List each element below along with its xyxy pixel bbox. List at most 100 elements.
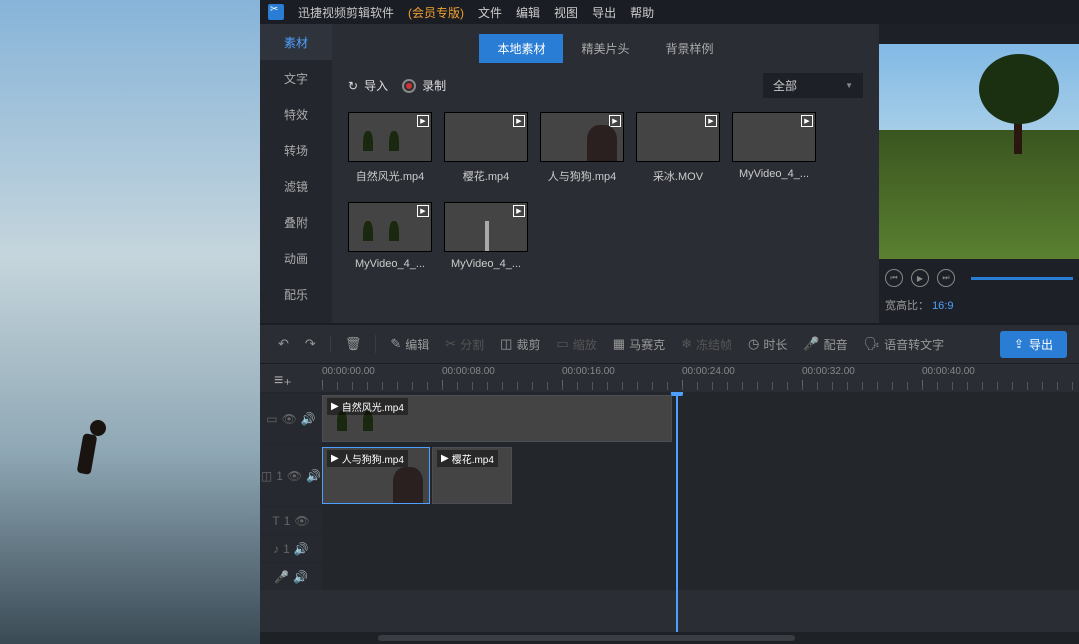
timeline-clip[interactable]: ▶自然风光.mp4 — [322, 395, 672, 442]
sidebar-item-overlays[interactable]: 叠附 — [260, 204, 332, 240]
undo-icon: ↶ — [278, 336, 289, 352]
next-frame-button[interactable]: ⏭ — [937, 269, 955, 287]
zoom-button[interactable]: ▭缩放 — [550, 332, 602, 357]
video-icon: ▶ — [331, 453, 339, 464]
menu-help[interactable]: 帮助 — [630, 4, 654, 21]
text-track: T 1 👁 — [260, 506, 1079, 534]
track-header[interactable]: 🎤 🔊 — [260, 563, 322, 590]
playback-slider[interactable] — [971, 277, 1073, 280]
speaker-icon[interactable]: 🔊 — [306, 469, 321, 483]
duration-button[interactable]: ◷时长 — [742, 332, 793, 357]
crop-button[interactable]: ◫裁剪 — [494, 332, 546, 357]
pip-track: ◫ 1 👁 🔊 ▶人与狗狗.mp4 ▶樱花.mp4 — [260, 444, 1079, 506]
play-overlay-icon: ▶ — [705, 115, 717, 127]
media-filename: 人与狗狗.mp4 — [540, 168, 624, 184]
prev-frame-button[interactable]: ⏮ — [885, 269, 903, 287]
freeze-button[interactable]: ❄冻结帧 — [675, 332, 738, 357]
track-body[interactable]: ▶人与狗狗.mp4 ▶樱花.mp4 — [322, 445, 1079, 506]
time-mark: 00:00:24.00 — [682, 366, 735, 377]
playhead[interactable] — [676, 392, 678, 632]
record-icon — [402, 79, 416, 93]
undo-button[interactable]: ↶ — [272, 332, 295, 356]
media-thumbnail: ▶ — [348, 112, 432, 162]
sidebar-item-effects[interactable]: 特效 — [260, 96, 332, 132]
media-item[interactable]: ▶ MyVideo_4_... — [732, 112, 816, 184]
play-overlay-icon: ▶ — [513, 205, 525, 217]
toolbar-separator — [330, 335, 331, 353]
track-body[interactable] — [322, 507, 1079, 534]
track-body[interactable] — [322, 535, 1079, 562]
filter-dropdown[interactable]: 全部 ▼ — [763, 73, 863, 98]
media-filename: MyVideo_4_... — [348, 258, 432, 270]
import-button[interactable]: ↻ 导入 — [348, 77, 388, 94]
menu-edit[interactable]: 编辑 — [516, 4, 540, 21]
microphone-icon: 🎤 — [803, 336, 819, 352]
eye-icon[interactable]: 👁 — [287, 469, 302, 483]
timeline-clip[interactable]: ▶人与狗狗.mp4 — [322, 447, 430, 504]
track-header[interactable]: ♪ 1 🔊 — [260, 535, 322, 562]
edit-clip-button[interactable]: ✎编辑 — [384, 332, 435, 357]
sidebar-item-media[interactable]: 素材 — [260, 24, 332, 60]
media-thumbnail: ▶ — [348, 202, 432, 252]
video-track-1: ▭ 👁 🔊 ▶自然风光.mp4 — [260, 392, 1079, 444]
track-body[interactable]: ▶自然风光.mp4 — [322, 393, 1079, 444]
eye-icon[interactable]: 👁 — [282, 412, 297, 426]
aspect-value[interactable]: 16:9 — [932, 300, 953, 312]
track-header[interactable]: ▭ 👁 🔊 — [260, 393, 322, 444]
ruler-marks: 00:00:00.00 00:00:08.00 00:00:16.00 00:0… — [322, 364, 1079, 392]
speaker-icon[interactable]: 🔊 — [301, 412, 316, 426]
play-button[interactable]: ▶ — [911, 269, 929, 287]
media-item[interactable]: ▶ 人与狗狗.mp4 — [540, 112, 624, 184]
export-button[interactable]: ⇪导出 — [1000, 331, 1067, 358]
menu-file[interactable]: 文件 — [478, 4, 502, 21]
text-track-icon: T — [272, 514, 279, 528]
media-item[interactable]: ▶ MyVideo_4_... — [348, 202, 432, 270]
dub-button[interactable]: 🎤配音 — [797, 332, 853, 357]
speaker-icon[interactable]: 🔊 — [294, 542, 309, 556]
media-item[interactable]: ▶ 采冰.MOV — [636, 112, 720, 184]
preview-viewport[interactable] — [879, 44, 1079, 259]
sidebar-item-text[interactable]: 文字 — [260, 60, 332, 96]
tab-local-media[interactable]: 本地素材 — [479, 34, 563, 63]
add-track-button[interactable]: ≡₊ — [274, 370, 292, 390]
record-label: 录制 — [422, 77, 446, 94]
sidebar-item-animation[interactable]: 动画 — [260, 240, 332, 276]
split-button[interactable]: ✂分割 — [439, 332, 490, 357]
sidebar-item-music[interactable]: 配乐 — [260, 276, 332, 312]
redo-button[interactable]: ↷ — [299, 332, 322, 356]
import-toolbar: ↻ 导入 录制 全部 ▼ — [332, 63, 879, 108]
media-item[interactable]: ▶ 自然风光.mp4 — [348, 112, 432, 184]
media-filename: 采冰.MOV — [636, 168, 720, 184]
tab-intros[interactable]: 精美片头 — [563, 34, 647, 63]
eye-icon[interactable]: 👁 — [294, 514, 309, 528]
media-item[interactable]: ▶ 樱花.mp4 — [444, 112, 528, 184]
timeline-clip[interactable]: ▶樱花.mp4 — [432, 447, 512, 504]
scrollbar-thumb[interactable] — [378, 635, 795, 641]
speech-icon: 🗣 — [864, 336, 881, 352]
tab-backgrounds[interactable]: 背景样例 — [648, 34, 732, 63]
menu-export[interactable]: 导出 — [592, 4, 616, 21]
zoom-icon: ▭ — [556, 336, 568, 352]
scissors-icon: ✂ — [445, 336, 456, 352]
menu-view[interactable]: 视图 — [554, 4, 578, 21]
aspect-label: 宽高比： — [885, 300, 929, 312]
delete-button[interactable]: 🗑 — [339, 332, 368, 356]
video-icon: ▶ — [441, 453, 449, 464]
mosaic-button[interactable]: ▦马赛克 — [607, 332, 671, 357]
track-body[interactable] — [322, 563, 1079, 590]
time-ruler[interactable]: ≡₊ 00:00:00.00 00:00:08.00 00:00:16.00 0… — [260, 364, 1079, 392]
media-filename: MyVideo_4_... — [732, 168, 816, 180]
speech-to-text-button[interactable]: 🗣语音转文字 — [858, 332, 951, 357]
sidebar-item-transitions[interactable]: 转场 — [260, 132, 332, 168]
media-item[interactable]: ▶ MyVideo_4_... — [444, 202, 528, 270]
clip-label: ▶自然风光.mp4 — [327, 398, 408, 415]
sidebar-item-filters[interactable]: 滤镜 — [260, 168, 332, 204]
video-editor-window: 迅捷视频剪辑软件 (会员专版) 文件 编辑 视图 导出 帮助 素材 文字 特效 … — [260, 0, 1079, 644]
play-overlay-icon: ▶ — [417, 115, 429, 127]
timeline-scrollbar[interactable] — [260, 632, 1079, 644]
track-header[interactable]: T 1 👁 — [260, 507, 322, 534]
play-overlay-icon: ▶ — [513, 115, 525, 127]
record-button[interactable]: 录制 — [402, 77, 446, 94]
track-header[interactable]: ◫ 1 👁 🔊 — [260, 445, 322, 506]
speaker-icon[interactable]: 🔊 — [293, 570, 308, 584]
